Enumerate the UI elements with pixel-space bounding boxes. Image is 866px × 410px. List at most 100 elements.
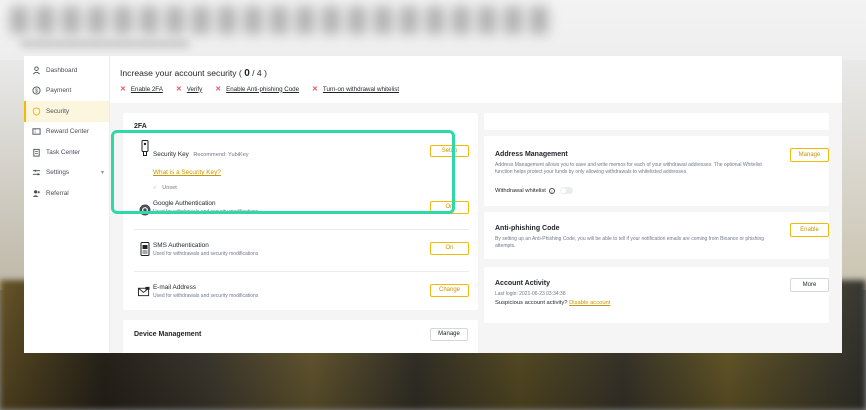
address-management-card: Address Management Address Management al…: [484, 136, 829, 206]
manage-devices-button[interactable]: Manage: [430, 328, 468, 341]
main-content: Increase your account security ( 0 / 4 )…: [110, 56, 842, 353]
sidebar-item-dashboard[interactable]: Dashboard: [24, 60, 109, 81]
close-icon: ✕: [175, 86, 182, 93]
google-auth-on-button[interactable]: On: [430, 201, 469, 214]
account-activity-card: Account Activity Last login: 2021-06-23 …: [484, 267, 829, 323]
shield-icon: [31, 106, 41, 116]
security-score: 0: [244, 68, 250, 79]
more-activity-button[interactable]: More: [790, 278, 829, 292]
requirements-list: ✕ Enable 2FA ✕ Verify ✕ Enable Anti-phishin…: [120, 85, 400, 94]
requirement-anti-phishing[interactable]: ✕ Enable Anti-phishing Code: [215, 85, 300, 94]
suspicious-activity-row: Suspicious account activity? Disable acc…: [495, 300, 610, 306]
withdrawal-whitelist-row: Withdrawal whitelist i: [495, 187, 573, 194]
sidebar-item-settings[interactable]: Settings ▾: [24, 163, 109, 184]
add-user-icon: [31, 188, 41, 198]
setup-security-key-button[interactable]: Setup: [430, 145, 469, 157]
close-icon: ✕: [312, 86, 318, 93]
sms-auth-on-button[interactable]: On: [430, 242, 469, 255]
google-auth-desc: Used for withdrawals and security modifi…: [153, 209, 259, 215]
requirement-enable-2fa[interactable]: ✕ Enable 2FA: [120, 85, 163, 94]
device-management-title: Device Management: [134, 331, 202, 338]
requirement-label: Enable 2FA: [130, 85, 163, 93]
anti-phishing-card: Anti-phishing Code By setting up an Anti…: [484, 212, 829, 259]
divider: [134, 271, 469, 272]
blurred-backdrop-left: [0, 60, 24, 290]
security-key-status-text: Unset: [162, 185, 177, 191]
sms-phone-icon: [139, 242, 151, 256]
requirement-whitelist[interactable]: ✕ Turn-on withdrawal whitelist: [312, 85, 400, 94]
address-management-desc: Address Management allows you to save an…: [495, 162, 762, 175]
last-login: Last login: 2021-06-23 03:34:38: [495, 291, 566, 297]
close-icon: ✕: [120, 86, 126, 93]
sidebar-item-payment[interactable]: $ Payment: [24, 81, 109, 102]
email-name: E-mail Address: [153, 284, 196, 291]
divider: [134, 229, 469, 230]
security-window: Dashboard $ Payment Security Reward Cent…: [24, 56, 842, 353]
suspicious-label: Suspicious account activity?: [495, 300, 568, 306]
chevron-down-icon: ▾: [100, 169, 104, 176]
account-activity-title: Account Activity: [495, 280, 550, 287]
anti-phishing-title: Anti-phishing Code: [495, 225, 560, 232]
blurred-backdrop-top: [0, 0, 866, 60]
page-title: Increase your account security ( 0 / 4 ): [120, 68, 267, 79]
address-management-title: Address Management: [495, 151, 568, 158]
svg-text:$: $: [35, 89, 38, 95]
ticket-icon: [31, 127, 41, 137]
manage-address-button[interactable]: Manage: [790, 148, 829, 162]
sidebar-item-label: Settings: [46, 169, 70, 177]
sliders-icon: [31, 168, 41, 178]
security-key-help-link[interactable]: What is a Security Key?: [153, 169, 221, 176]
sidebar-item-task-center[interactable]: Task Center: [24, 142, 109, 163]
sms-auth-row: SMS Authentication Used for withdrawals …: [153, 242, 473, 257]
clipboard-icon: [31, 147, 41, 157]
change-email-button[interactable]: Change: [430, 284, 469, 297]
requirement-label: Turn-on withdrawal whitelist: [322, 85, 400, 93]
check-icon: ✓: [153, 185, 158, 191]
dollar-icon: $: [31, 86, 41, 96]
info-icon: i: [548, 187, 555, 194]
sidebar-item-label: Task Center: [46, 148, 81, 156]
email-desc: Used for withdrawals and security modifi…: [153, 293, 259, 299]
title-prefix: Increase your account security (: [120, 68, 242, 78]
title-suffix: / 4 ): [252, 68, 267, 78]
person-icon: [31, 65, 41, 75]
close-icon: ✕: [215, 86, 222, 93]
sidebar-item-reward-center[interactable]: Reward Center: [24, 122, 109, 143]
two-fa-card: 2FA Security Key Recommend: YubiKey What…: [123, 113, 478, 310]
sidebar-item-label: Reward Center: [46, 128, 89, 136]
enable-anti-phishing-button[interactable]: Enable: [790, 223, 829, 237]
email-icon: [138, 284, 150, 298]
sidebar-item-label: Security: [46, 107, 70, 115]
sidebar-item-security[interactable]: Security: [24, 101, 109, 122]
anti-phishing-desc: By setting up an Anti-Phishing Code, you…: [495, 236, 765, 249]
blurred-heading: [10, 6, 550, 34]
sms-auth-desc: Used for withdrawals and security modifi…: [153, 251, 259, 257]
requirement-label: Enable Anti-phishing Code: [226, 85, 300, 93]
requirement-verify[interactable]: ✕ Verify: [175, 85, 203, 94]
whitelist-toggle[interactable]: [559, 187, 573, 194]
sms-auth-name: SMS Authentication: [153, 242, 209, 249]
usb-key-icon: [139, 140, 151, 156]
google-auth-row: Google Authentication Used for withdrawa…: [153, 200, 473, 215]
requirement-label: Verify: [186, 85, 203, 93]
device-management-card: Device Management Manage: [123, 320, 478, 353]
google-auth-icon: [139, 203, 151, 217]
whitelist-label: Withdrawal whitelist: [495, 187, 546, 194]
sidebar: Dashboard $ Payment Security Reward Cent…: [24, 56, 110, 353]
email-row: E-mail Address Used for withdrawals and …: [153, 284, 473, 299]
sidebar-item-label: Payment: [46, 87, 72, 95]
security-key-name: Security Key: [153, 151, 189, 158]
security-key-recommend: Recommend: YubiKey: [193, 152, 249, 158]
security-header: Increase your account security ( 0 / 4 )…: [110, 56, 842, 103]
disable-account-link[interactable]: Disable account: [569, 300, 610, 306]
security-key-status: ✓ Unset: [153, 185, 473, 191]
sidebar-item-label: Referral: [46, 189, 69, 197]
blurred-subtext: [20, 40, 190, 48]
security-key-row: Security Key Recommend: YubiKey What is …: [153, 143, 473, 191]
google-auth-name: Google Authentication: [153, 200, 216, 207]
sidebar-item-referral[interactable]: Referral: [24, 183, 109, 204]
two-fa-heading: 2FA: [134, 123, 147, 130]
blurred-backdrop-right: [842, 60, 866, 290]
right-top-card: [484, 113, 829, 130]
sidebar-item-label: Dashboard: [46, 66, 78, 74]
